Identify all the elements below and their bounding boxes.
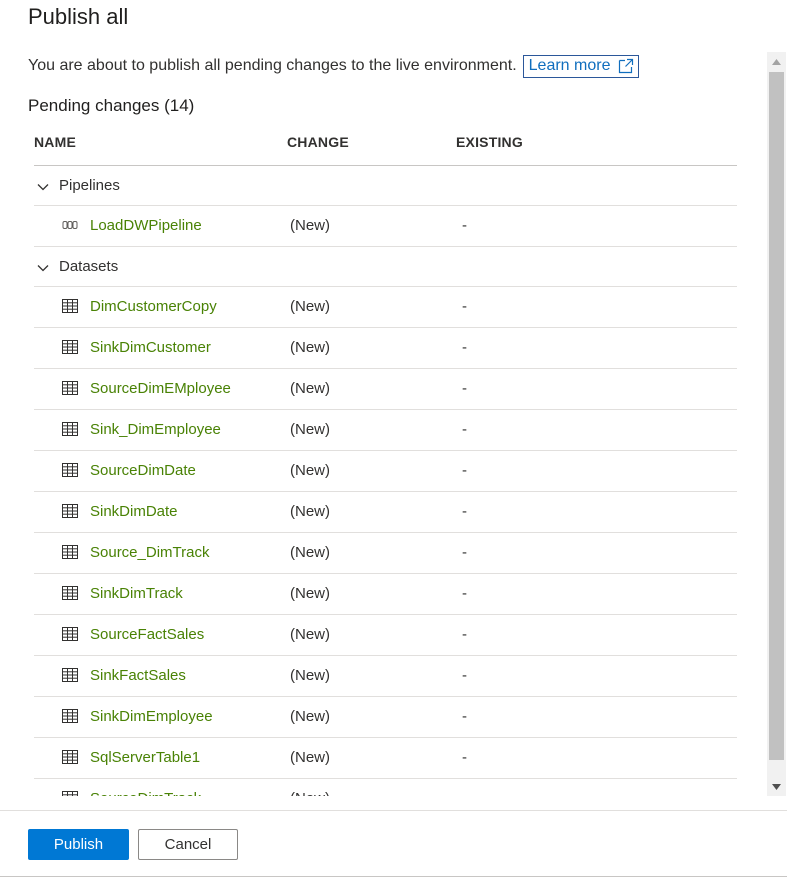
table-icon	[62, 463, 78, 477]
change-value: (New)	[290, 339, 330, 356]
change-value: (New)	[290, 749, 330, 766]
change-value: (New)	[290, 544, 330, 561]
existing-value: -	[462, 749, 467, 766]
existing-value: -	[462, 708, 467, 725]
resource-name-link[interactable]: Source_DimTrack	[90, 544, 209, 561]
table-row: Sink_DimEmployee (New) -	[34, 410, 737, 451]
dialog-title: Publish all	[28, 4, 129, 29]
pending-changes-title: Pending changes (14)	[28, 96, 195, 115]
resource-name-link[interactable]: SourceDimEMployee	[90, 380, 231, 397]
resource-name-link[interactable]: SinkDimEmployee	[90, 708, 213, 725]
existing-value: -	[462, 339, 467, 356]
change-value: (New)	[290, 790, 330, 796]
scroll-down-arrow-icon[interactable]	[767, 777, 786, 796]
existing-value: -	[462, 298, 467, 315]
description: You are about to publish all pending cha…	[28, 54, 640, 78]
cancel-button[interactable]: Cancel	[138, 829, 238, 860]
table-icon	[62, 791, 78, 796]
existing-value: -	[462, 462, 467, 479]
table-icon	[62, 627, 78, 641]
table-row: Source_DimTrack (New) -	[34, 533, 737, 574]
existing-value: -	[462, 503, 467, 520]
column-header-name[interactable]: NAME	[34, 134, 76, 150]
learn-more-link[interactable]: Learn more	[522, 54, 640, 78]
learn-more-label: Learn more	[528, 57, 611, 74]
existing-value: -	[462, 380, 467, 397]
scrollbar-thumb[interactable]	[769, 72, 784, 760]
vertical-scrollbar[interactable]	[767, 52, 786, 796]
change-value: (New)	[290, 667, 330, 684]
existing-value: -	[462, 585, 467, 602]
table-icon	[62, 422, 78, 436]
table-row: SourceDimDate (New) -	[34, 451, 737, 492]
resource-name-link[interactable]: SourceFactSales	[90, 626, 204, 643]
table-body: Pipelines LoadDWPipeline (New) - Datasets Dim…	[34, 166, 737, 796]
resource-name-link[interactable]: SinkFactSales	[90, 667, 186, 684]
table-row: SourceFactSales (New) -	[34, 615, 737, 656]
group-label: Pipelines	[59, 177, 120, 194]
existing-value: -	[462, 667, 467, 684]
table-row: DimCustomerCopy (New) -	[34, 287, 737, 328]
existing-value: -	[462, 544, 467, 561]
group-label: Datasets	[59, 258, 119, 275]
publish-button[interactable]: Publish	[28, 829, 129, 860]
table-row: LoadDWPipeline (New) -	[34, 206, 737, 247]
column-header-existing[interactable]: EXISTING	[456, 134, 523, 150]
table-row: SourceDimEMployee (New) -	[34, 369, 737, 410]
table-row: SinkDimTrack (New) -	[34, 574, 737, 615]
chevron-down-icon[interactable]	[37, 180, 49, 192]
table-row: SinkDimEmployee (New) -	[34, 697, 737, 738]
resource-name-link[interactable]: SourceDimDate	[90, 462, 196, 479]
table-row: SinkFactSales (New) -	[34, 656, 737, 697]
change-value: (New)	[290, 380, 330, 397]
resource-name-link[interactable]: Sink_DimEmployee	[90, 421, 221, 438]
table-icon	[62, 586, 78, 600]
table-icon	[62, 381, 78, 395]
existing-value: -	[462, 217, 467, 234]
existing-value: -	[462, 421, 467, 438]
group-row[interactable]: Datasets	[34, 247, 737, 287]
column-header-change[interactable]: CHANGE	[287, 134, 349, 150]
change-value: (New)	[290, 217, 330, 234]
change-value: (New)	[290, 503, 330, 520]
change-value: (New)	[290, 626, 330, 643]
table-row: SourceDimTrack (New) -	[34, 779, 737, 796]
table-icon	[62, 340, 78, 354]
table-icon	[62, 504, 78, 518]
table-header: NAME CHANGE EXISTING	[34, 130, 737, 166]
pipeline-icon	[62, 218, 78, 232]
pending-changes-table: NAME CHANGE EXISTING Pipelines LoadDWPipe…	[34, 130, 737, 796]
resource-name-link[interactable]: DimCustomerCopy	[90, 298, 217, 315]
table-icon	[62, 299, 78, 313]
change-value: (New)	[290, 298, 330, 315]
table-row: SinkDimCustomer (New) -	[34, 328, 737, 369]
scroll-up-arrow-icon[interactable]	[767, 52, 786, 71]
change-value: (New)	[290, 585, 330, 602]
existing-value: -	[462, 790, 467, 796]
table-icon	[62, 750, 78, 764]
description-text: You are about to publish all pending cha…	[28, 57, 517, 74]
resource-name-link[interactable]: SqlServerTable1	[90, 749, 200, 766]
resource-name-link[interactable]: SinkDimDate	[90, 503, 178, 520]
chevron-down-icon[interactable]	[37, 261, 49, 273]
resource-name-link[interactable]: SinkDimTrack	[90, 585, 183, 602]
change-value: (New)	[290, 462, 330, 479]
table-icon	[62, 545, 78, 559]
group-row[interactable]: Pipelines	[34, 166, 737, 206]
change-value: (New)	[290, 708, 330, 725]
table-row: SqlServerTable1 (New) -	[34, 738, 737, 779]
resource-name-link[interactable]: SinkDimCustomer	[90, 339, 211, 356]
table-icon	[62, 668, 78, 682]
table-icon	[62, 709, 78, 723]
external-link-icon	[618, 58, 634, 74]
change-value: (New)	[290, 421, 330, 438]
existing-value: -	[462, 626, 467, 643]
footer-divider	[0, 810, 787, 811]
resource-name-link[interactable]: LoadDWPipeline	[90, 217, 202, 234]
table-row: SinkDimDate (New) -	[34, 492, 737, 533]
resource-name-link[interactable]: SourceDimTrack	[90, 790, 201, 796]
dialog-content[interactable]: You are about to publish all pending cha…	[0, 50, 787, 796]
